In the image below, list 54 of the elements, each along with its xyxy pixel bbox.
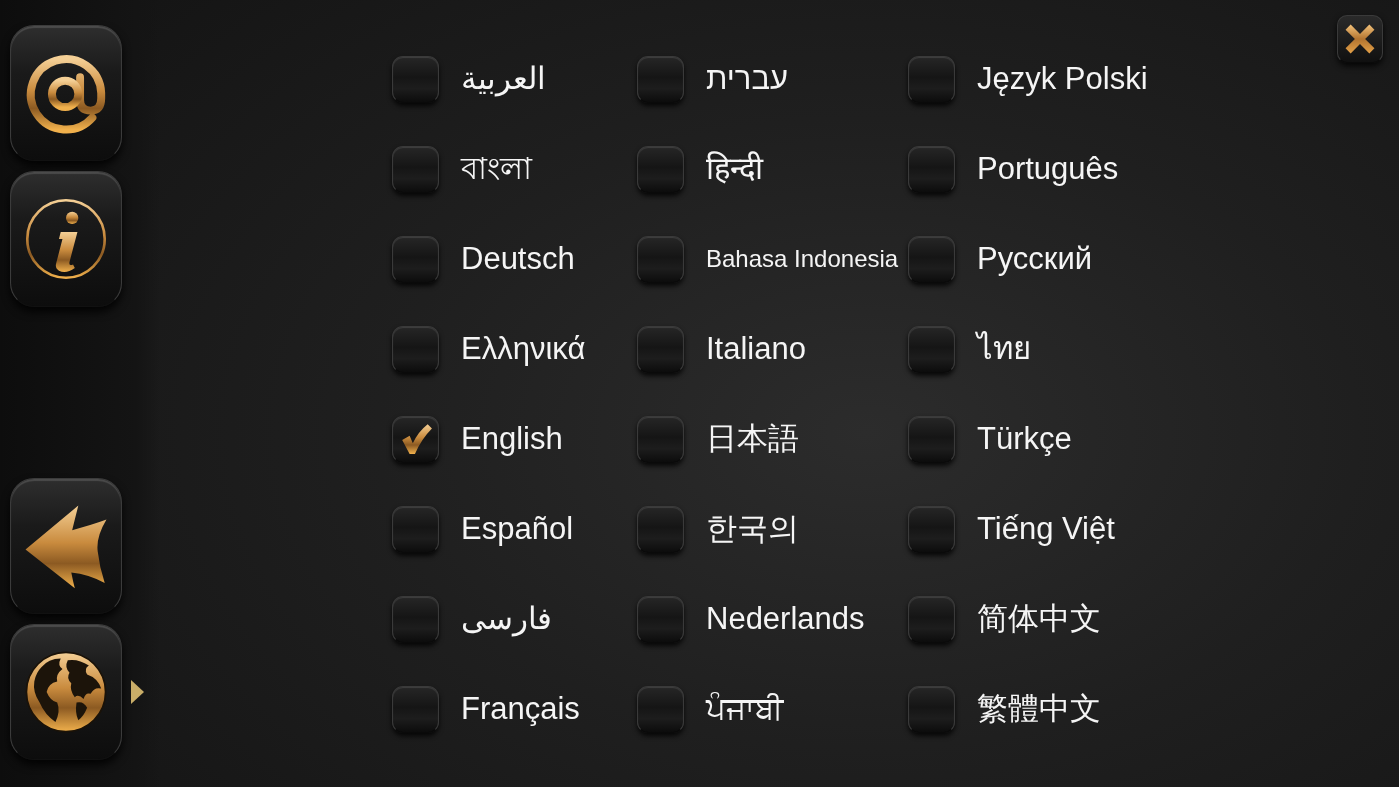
- checkbox[interactable]: [637, 505, 684, 553]
- checkbox[interactable]: [908, 685, 955, 733]
- checkbox[interactable]: [908, 325, 955, 373]
- language-label: Deutsch: [461, 240, 575, 278]
- language-label: Türkçe: [977, 420, 1072, 458]
- language-label: Italiano: [706, 330, 806, 368]
- checkbox[interactable]: [637, 145, 684, 193]
- checkbox[interactable]: [908, 235, 955, 283]
- checkbox[interactable]: [392, 685, 439, 733]
- globe-button[interactable]: [10, 624, 122, 760]
- language-label: 한국의: [706, 510, 799, 548]
- language-label: Español: [461, 510, 574, 548]
- checkbox[interactable]: [908, 145, 955, 193]
- close-icon: [1343, 22, 1377, 56]
- language-label: हिन्दी: [706, 150, 763, 188]
- checkbox[interactable]: [908, 595, 955, 643]
- checkbox[interactable]: [637, 415, 684, 463]
- language-label: فارسی: [461, 600, 552, 638]
- checkbox[interactable]: [392, 55, 439, 103]
- language-label: العربية: [461, 60, 546, 98]
- language-label: Русский: [977, 240, 1093, 278]
- checkbox[interactable]: [392, 235, 439, 283]
- checkbox[interactable]: [392, 505, 439, 553]
- language-label: ਪੰਜਾਬੀ: [706, 690, 783, 728]
- checkbox[interactable]: [392, 145, 439, 193]
- checkbox[interactable]: [908, 55, 955, 103]
- language-label: Português: [977, 150, 1119, 188]
- language-label: עברית: [706, 60, 788, 98]
- checkbox[interactable]: [637, 595, 684, 643]
- at-sign-button[interactable]: [10, 25, 122, 161]
- language-label: Tiếng Việt: [977, 510, 1115, 548]
- language-label: 简体中文: [977, 600, 1101, 638]
- language-label: 日本語: [706, 420, 799, 458]
- checkbox[interactable]: [908, 415, 955, 463]
- checkbox[interactable]: [637, 55, 684, 103]
- language-label: Język Polski: [977, 60, 1148, 98]
- language-label: English: [461, 420, 563, 458]
- language-label: Nederlands: [706, 600, 865, 638]
- language-label: Bahasa Indonesia: [706, 244, 899, 274]
- checkbox[interactable]: [908, 505, 955, 553]
- language-label: 繁體中文: [977, 690, 1101, 728]
- language-label: বাংলা: [461, 150, 532, 188]
- back-arrow-button[interactable]: [10, 478, 122, 614]
- checkbox[interactable]: [637, 235, 684, 283]
- close-button[interactable]: [1337, 15, 1383, 63]
- info-button[interactable]: [10, 171, 122, 307]
- checkbox[interactable]: [637, 685, 684, 733]
- checkbox[interactable]: [392, 415, 439, 463]
- checkbox[interactable]: [637, 325, 684, 373]
- checkbox[interactable]: [392, 325, 439, 373]
- language-label: Ελληνικά: [461, 330, 586, 368]
- language-label: Français: [461, 690, 580, 728]
- checkbox[interactable]: [392, 595, 439, 643]
- language-label: ไทย: [977, 330, 1031, 368]
